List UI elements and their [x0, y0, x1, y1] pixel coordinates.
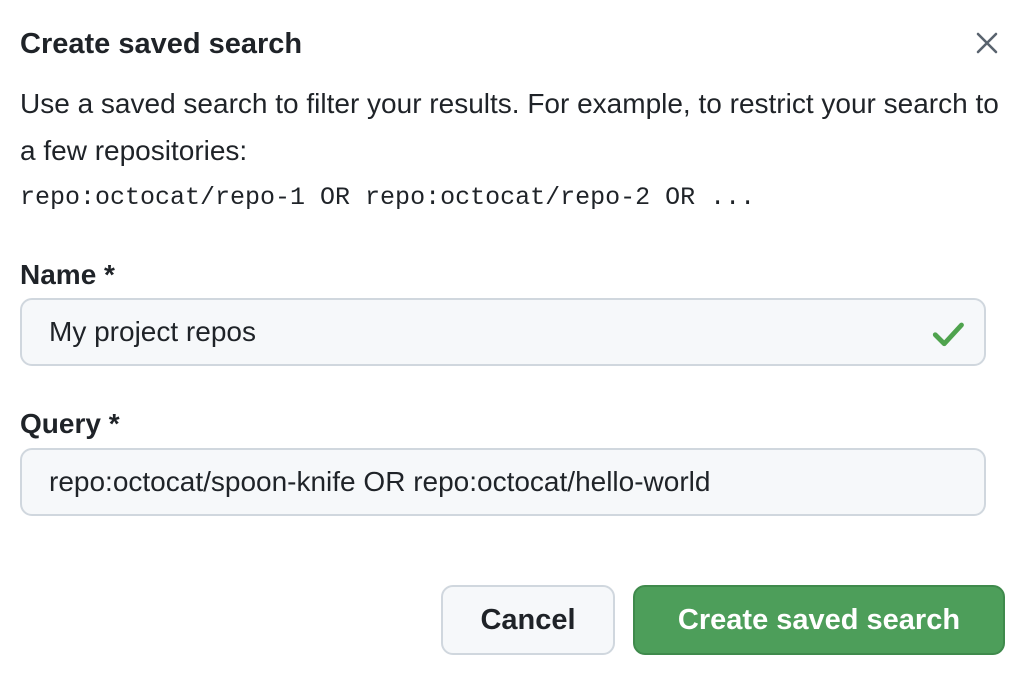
x-close-icon: [976, 32, 998, 54]
query-label: Query *: [20, 408, 120, 439]
create-saved-search-button[interactable]: Create saved search: [633, 585, 1005, 655]
dialog-description: Use a saved search to filter your result…: [20, 88, 999, 166]
name-label: Name *: [20, 259, 115, 290]
name-input[interactable]: [22, 300, 984, 364]
dialog-title: Create saved search: [20, 28, 303, 60]
example-query: repo:octocat/repo-1 OR repo:octocat/repo…: [20, 183, 756, 212]
cancel-button[interactable]: Cancel: [441, 585, 615, 655]
query-field-container: [20, 448, 986, 516]
close-button[interactable]: [968, 24, 1006, 62]
name-field-container: [20, 298, 986, 366]
create-saved-search-dialog: Create saved search Use a saved search t…: [0, 0, 1034, 678]
query-input[interactable]: [22, 450, 984, 514]
check-icon: [932, 322, 964, 347]
